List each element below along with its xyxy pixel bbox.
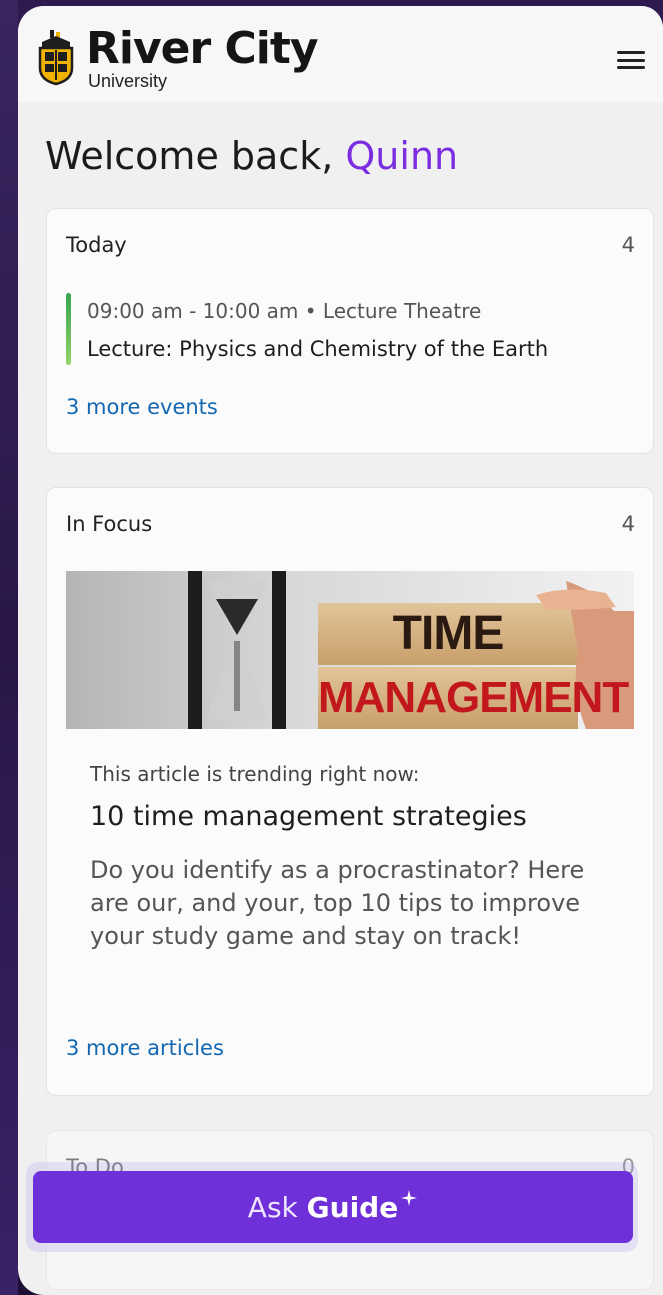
ask-label-light: Ask [247,1190,307,1224]
article-summary: Do you identify as a procrastinator? Her… [90,856,585,950]
in-focus-card-title: In Focus [66,512,153,536]
welcome-user-name: Quinn [345,134,459,178]
app-screen: River City University Welcome back, Quin… [18,6,663,1295]
ask-label-strong: Guide [306,1190,399,1224]
article-image[interactable]: TIME MANAGEMENT [66,571,634,729]
today-card-count: 4 [621,233,635,257]
event-color-bar [66,293,71,365]
brand-name: River City [86,23,319,74]
welcome-heading: Welcome back, Quinn [45,132,458,180]
university-crest-icon [38,30,74,86]
article-kicker: This article is trending right now: [90,762,420,786]
in-focus-card-count: 4 [621,512,635,536]
welcome-greeting: Welcome back, [45,134,334,178]
sparkle-icon [401,1190,418,1206]
menu-bar [617,66,645,69]
more-events-link[interactable]: 3 more events [66,395,218,419]
in-focus-card: In Focus 4 TIME MANAGEMENT This article … [46,487,654,1096]
ask-guide-button[interactable]: Ask Guide [33,1171,633,1243]
brand-subtitle: University [88,71,168,91]
today-card: Today 4 09:00 am - 10:00 am • Lecture Th… [46,208,654,454]
event-item[interactable]: 09:00 am - 10:00 am • Lecture Theatre Le… [66,291,626,367]
hamburger-menu-icon[interactable] [613,46,649,74]
background [0,0,18,1295]
menu-bar [617,51,645,54]
menu-bar [617,58,645,62]
more-articles-link[interactable]: 3 more articles [66,1036,224,1060]
event-name: Lecture: Physics and Chemistry of the Ea… [87,337,549,361]
event-time: 09:00 am - 10:00 am • Lecture Theatre [87,299,482,323]
app-header: River City University [18,6,663,102]
article-title[interactable]: 10 time management strategies [90,801,527,832]
university-logo[interactable]: River City University [36,23,336,96]
today-card-title: Today [66,233,127,257]
image-word-management: MANAGEMENT [318,673,629,722]
image-word-time: TIME [392,607,505,660]
